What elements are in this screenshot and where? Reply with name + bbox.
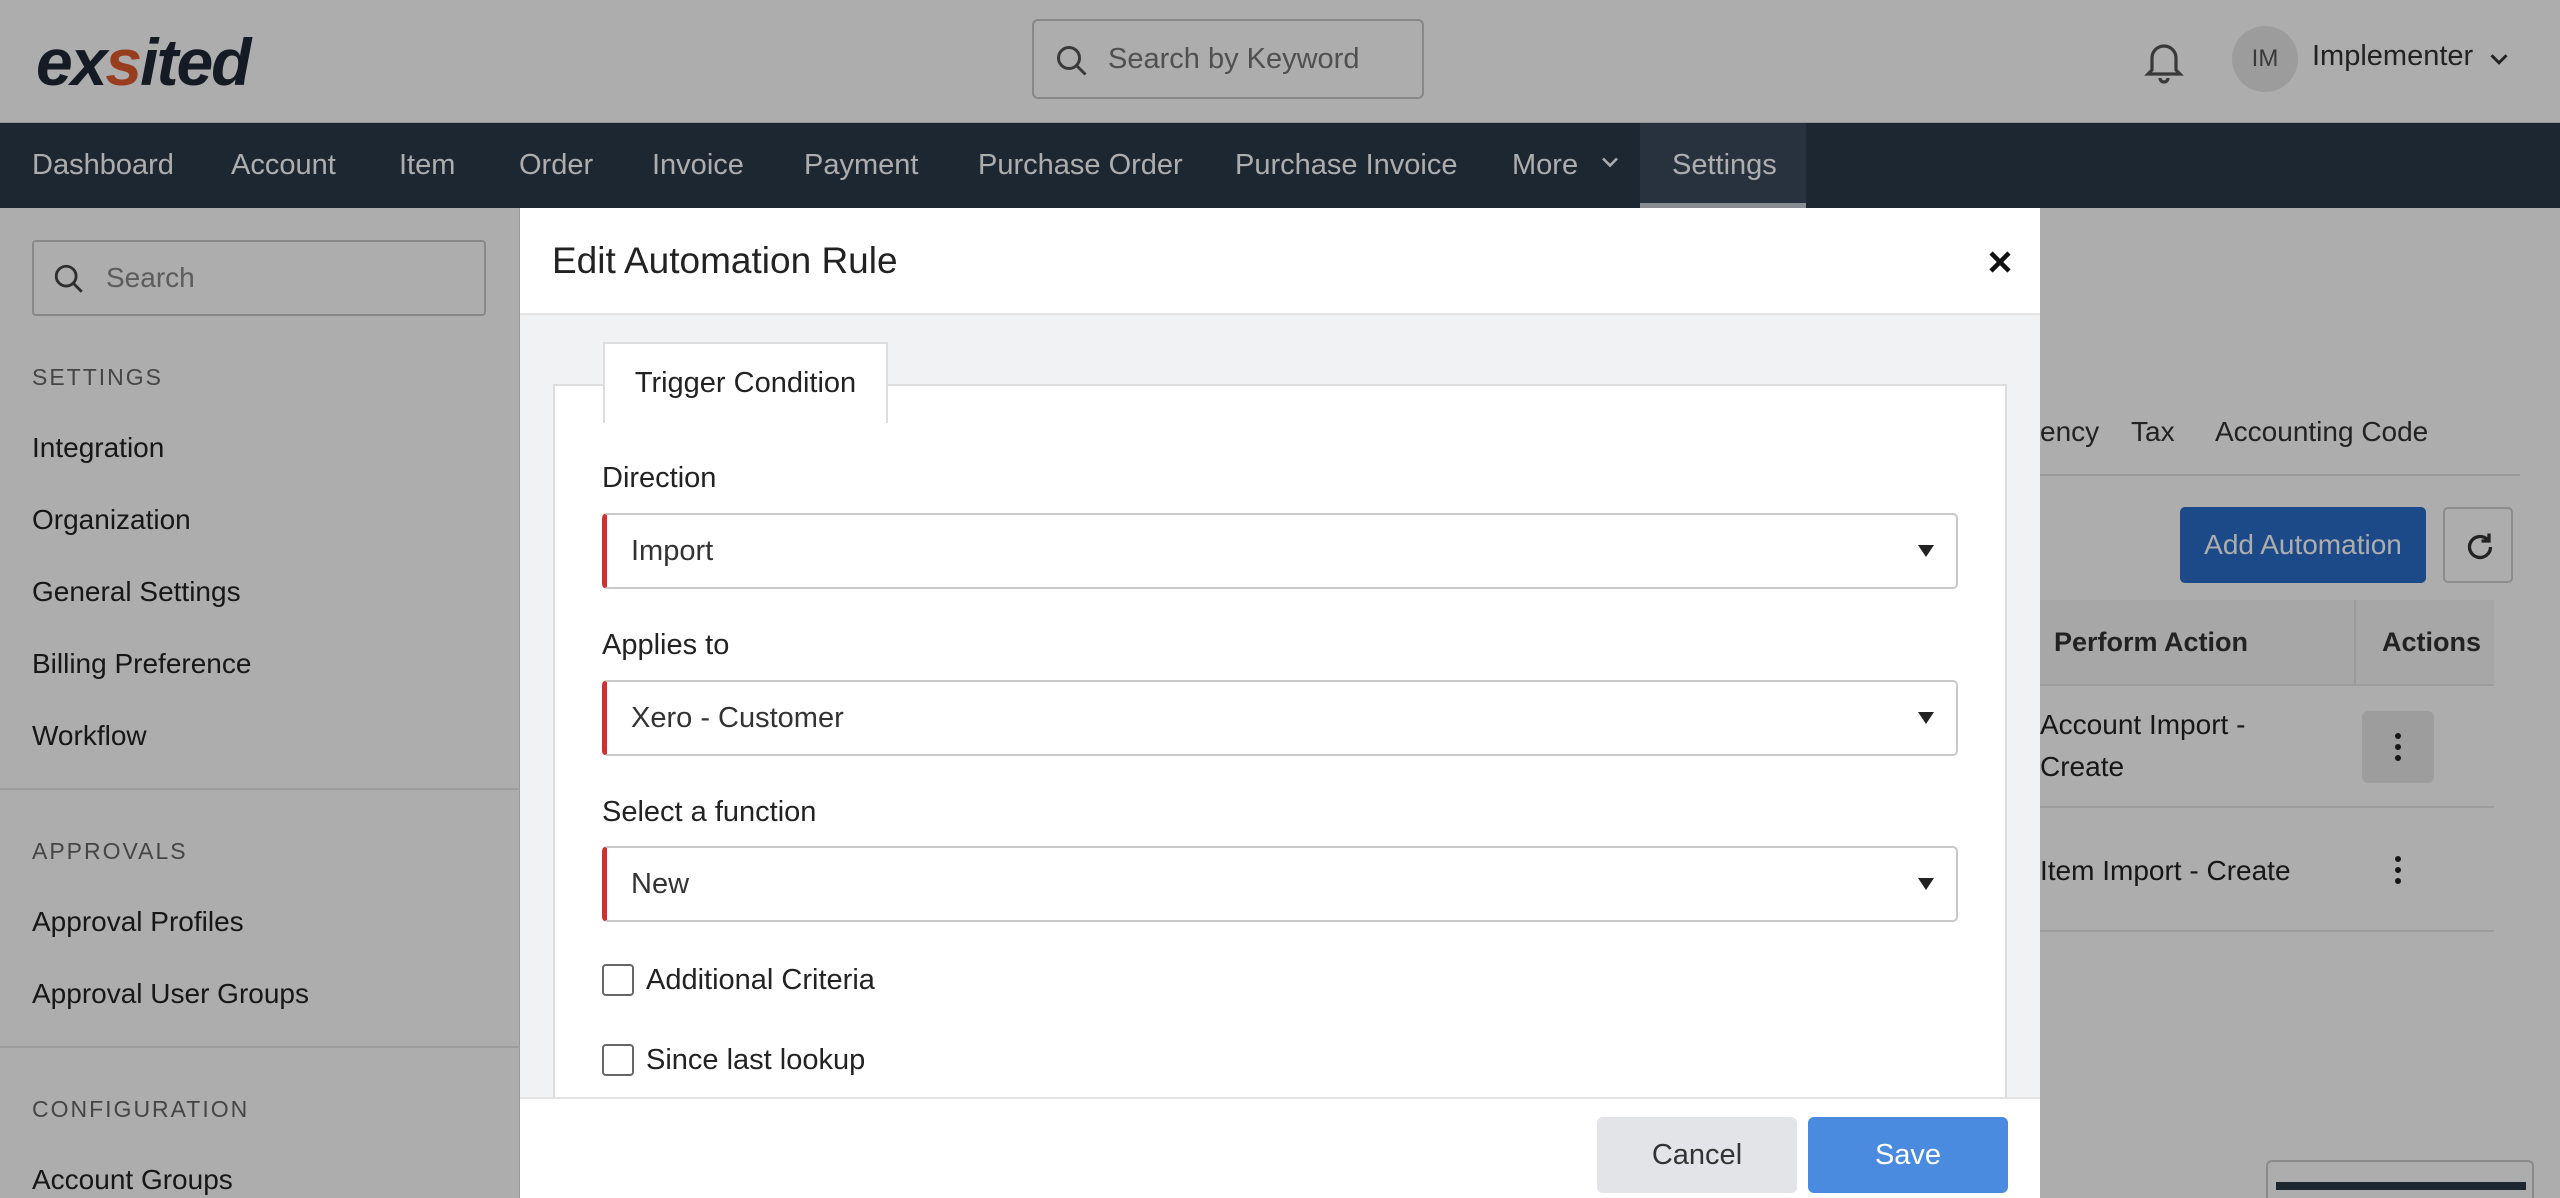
additional-criteria-label[interactable]: Additional Criteria xyxy=(646,964,875,997)
modal-footer: Cancel Save xyxy=(520,1097,2040,1198)
function-select[interactable]: New xyxy=(602,846,1958,922)
function-label: Select a function xyxy=(602,796,817,828)
applies-to-label: Applies to xyxy=(602,629,730,661)
additional-criteria-checkbox[interactable] xyxy=(602,964,634,996)
caret-down-icon xyxy=(1918,712,1934,724)
cancel-button[interactable]: Cancel xyxy=(1597,1117,1797,1193)
caret-down-icon xyxy=(1918,878,1934,890)
close-icon[interactable] xyxy=(1982,244,2018,280)
applies-to-value: Xero - Customer xyxy=(631,702,844,734)
since-last-lookup-checkbox[interactable] xyxy=(602,1044,634,1076)
save-button[interactable]: Save xyxy=(1808,1117,2008,1193)
direction-label: Direction xyxy=(602,462,717,494)
caret-down-icon xyxy=(1918,545,1934,557)
tab-trigger-condition[interactable]: Trigger Condition xyxy=(603,342,888,423)
edit-automation-rule-modal: Edit Automation Rule Trigger Condition D… xyxy=(520,208,2040,1198)
modal-header: Edit Automation Rule xyxy=(520,208,2040,315)
applies-to-select[interactable]: Xero - Customer xyxy=(602,680,1958,756)
direction-value: Import xyxy=(631,535,714,567)
direction-select[interactable]: Import xyxy=(602,513,1958,589)
function-value: New xyxy=(631,868,690,900)
modal-title: Edit Automation Rule xyxy=(552,240,898,281)
since-last-lookup-label[interactable]: Since last lookup xyxy=(646,1044,865,1077)
